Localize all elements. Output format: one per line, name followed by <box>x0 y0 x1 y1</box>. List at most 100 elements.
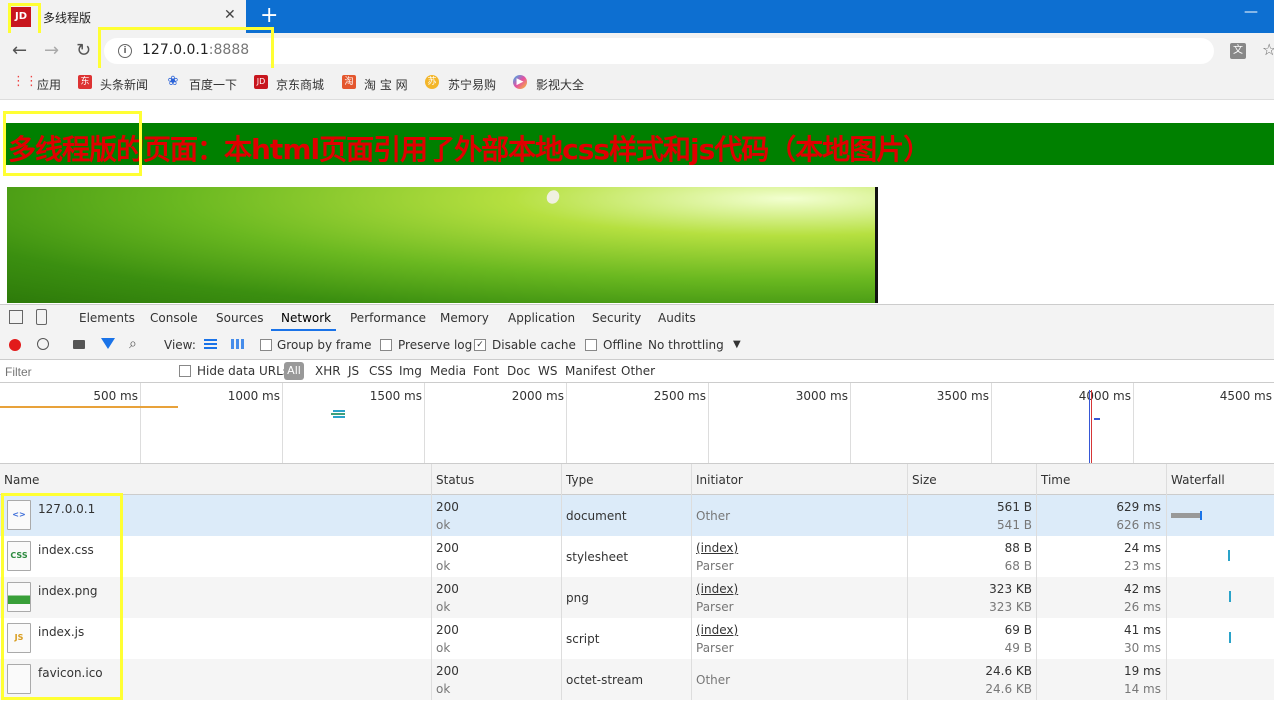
filter-js[interactable]: JS <box>348 364 359 378</box>
back-arrow-icon[interactable]: ← <box>12 40 27 61</box>
group-by-frame-checkbox[interactable] <box>260 339 272 351</box>
throttling-select[interactable]: No throttling <box>648 338 724 352</box>
request-status: 200 <box>436 500 459 514</box>
tab-audits[interactable]: Audits <box>658 311 696 325</box>
overview-gridline <box>282 383 283 463</box>
bookmark-apps[interactable]: 应用 <box>37 76 61 93</box>
filter-manifest[interactable]: Manifest <box>565 364 616 378</box>
request-latency: 626 ms <box>1116 518 1161 532</box>
tab-sources[interactable]: Sources <box>216 311 263 325</box>
column-initiator[interactable]: Initiator <box>696 473 743 487</box>
request-initiator-link[interactable]: (index) <box>696 623 738 637</box>
tab-network[interactable]: Network <box>281 311 331 325</box>
bookmark-video[interactable]: 影视大全 <box>536 76 584 93</box>
preserve-log-checkbox[interactable] <box>380 339 392 351</box>
column-time[interactable]: Time <box>1041 473 1070 487</box>
forward-arrow-icon[interactable]: → <box>44 40 59 61</box>
request-initiator-link[interactable]: (index) <box>696 541 738 555</box>
waterfall-bar <box>1229 591 1231 602</box>
overview-tick: 4500 ms <box>1219 389 1272 403</box>
request-time: 629 ms <box>1116 500 1161 514</box>
request-initiator-sub: Parser <box>696 641 734 655</box>
request-latency: 23 ms <box>1123 559 1161 573</box>
large-rows-icon[interactable] <box>204 339 217 349</box>
tab-application[interactable]: Application <box>508 311 575 325</box>
search-icon[interactable]: ⌕ <box>129 336 137 352</box>
clear-icon[interactable] <box>37 338 49 350</box>
request-initiator-link[interactable]: (index) <box>696 582 738 596</box>
suning-icon: 苏 <box>425 75 439 89</box>
request-initiator: Other <box>696 509 731 523</box>
disable-cache-checkbox[interactable]: ✓ <box>474 339 486 351</box>
filter-xhr[interactable]: XHR <box>315 364 341 378</box>
request-time: 42 ms <box>1123 582 1161 596</box>
screenshot-camera-icon[interactable] <box>73 340 85 349</box>
tab-elements[interactable]: Elements <box>79 311 135 325</box>
overview-tick: 1500 ms <box>369 389 422 403</box>
filter-all[interactable]: All <box>284 362 304 380</box>
baidu-paw-icon: ❀ <box>167 74 179 89</box>
filter-funnel-icon[interactable] <box>101 338 115 349</box>
bookmark-baidu[interactable]: 百度一下 <box>189 76 237 93</box>
request-size: 69 B <box>1004 623 1032 637</box>
reload-icon[interactable]: ↻ <box>76 40 91 61</box>
device-toolbar-icon[interactable] <box>36 309 47 325</box>
tab-title: 多线程版 <box>43 11 92 25</box>
minimize-button[interactable]: — <box>1244 4 1258 20</box>
view-label: View: <box>164 338 196 352</box>
bookmark-jd[interactable]: 京东商城 <box>276 76 324 93</box>
filter-font[interactable]: Font <box>473 364 499 378</box>
request-time: 41 ms <box>1123 623 1161 637</box>
overview-gridline <box>991 383 992 463</box>
filter-media[interactable]: Media <box>430 364 466 378</box>
overview-bar-favicon <box>1094 418 1100 420</box>
column-name[interactable]: Name <box>4 473 39 487</box>
request-type: octet-stream <box>566 673 644 687</box>
request-type: script <box>566 632 600 646</box>
record-icon[interactable] <box>9 339 21 351</box>
tab-performance[interactable]: Performance <box>350 311 426 325</box>
group-by-frame-label: Group by frame <box>277 338 372 352</box>
filter-img[interactable]: Img <box>399 364 422 378</box>
column-size[interactable]: Size <box>912 473 937 487</box>
filter-input[interactable] <box>3 362 169 382</box>
column-divider <box>907 464 908 700</box>
tab-memory[interactable]: Memory <box>440 311 489 325</box>
column-type[interactable]: Type <box>566 473 594 487</box>
tab-security[interactable]: Security <box>592 311 641 325</box>
request-type: document <box>566 509 627 523</box>
bookmark-star-icon[interactable]: ☆ <box>1262 40 1274 59</box>
hide-data-urls-checkbox[interactable] <box>179 365 191 377</box>
filter-doc[interactable]: Doc <box>507 364 530 378</box>
overview-bar-resource <box>331 413 345 415</box>
overview-tick: 3500 ms <box>936 389 989 403</box>
column-status[interactable]: Status <box>436 473 474 487</box>
request-size: 561 B <box>997 500 1032 514</box>
title-highlight <box>3 111 142 176</box>
column-waterfall[interactable]: Waterfall <box>1171 473 1225 487</box>
filter-css[interactable]: CSS <box>369 364 393 378</box>
new-tab-button[interactable]: + <box>260 3 278 29</box>
overview-tick: 2500 ms <box>653 389 706 403</box>
tab-close-icon[interactable]: ✕ <box>224 7 236 23</box>
inspect-element-icon[interactable] <box>9 310 23 324</box>
request-time: 24 ms <box>1123 541 1161 555</box>
tab-console[interactable]: Console <box>150 311 198 325</box>
bookmark-toutiao[interactable]: 头条新闻 <box>100 76 148 93</box>
bookmark-taobao[interactable]: 淘 宝 网 <box>364 76 408 93</box>
waterfall-view-icon[interactable] <box>231 339 246 349</box>
translate-icon[interactable]: 文 <box>1230 43 1246 59</box>
filter-ws[interactable]: WS <box>538 364 557 378</box>
requests-table-header <box>0 464 1274 495</box>
offline-checkbox[interactable] <box>585 339 597 351</box>
request-status-text: ok <box>436 682 451 696</box>
filter-other[interactable]: Other <box>621 364 655 378</box>
overview-bar-resource <box>333 416 345 418</box>
bookmark-suning[interactable]: 苏宁易购 <box>448 76 496 93</box>
request-initiator: Other <box>696 673 731 687</box>
page-title: 多线程版的页面：本html页面引用了外部本地css样式和js代码（本地图片） <box>8 133 931 166</box>
column-divider <box>1036 464 1037 700</box>
overview-gridline <box>140 383 141 463</box>
jd-icon: JD <box>254 75 268 89</box>
throttling-dropdown-icon[interactable]: ▼ <box>733 339 741 350</box>
